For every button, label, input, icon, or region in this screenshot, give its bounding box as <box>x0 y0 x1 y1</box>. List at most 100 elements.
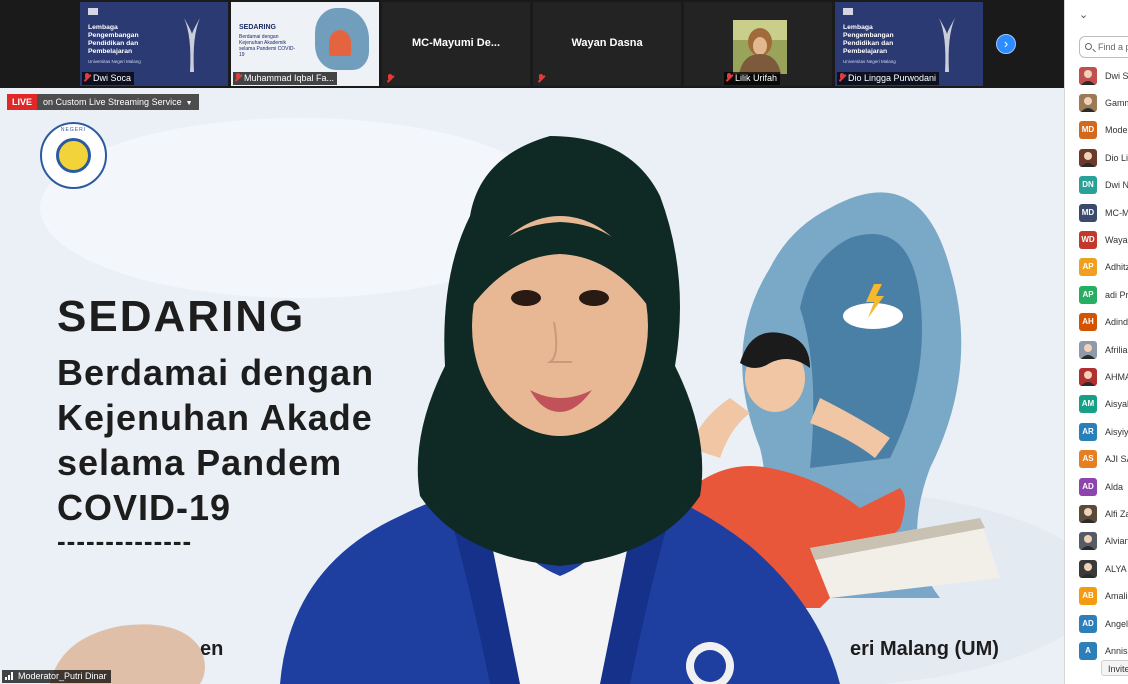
muted-mic-icon <box>538 74 544 83</box>
tile-slide-title: Lembaga Pengembangan Pendidikan dan Pemb… <box>843 24 894 55</box>
participant-avatar-photo <box>1079 367 1097 386</box>
participant-name: Afrilia <box>1105 344 1128 355</box>
participant-row[interactable]: Gamm <box>1079 89 1128 116</box>
participant-name: Adind <box>1105 317 1128 328</box>
participant-tile-mc-mayumi[interactable]: MC-Mayumi De... <box>382 2 530 86</box>
participant-row[interactable]: MD MC-M <box>1079 199 1128 226</box>
participant-row[interactable]: Alvian <box>1079 528 1128 555</box>
tile-center-name: Wayan Dasna <box>571 37 643 49</box>
participant-name: Amalia <box>1105 591 1128 602</box>
participant-name: Dwi N <box>1105 180 1128 191</box>
slide-footer-right: eri Malang (UM) <box>850 638 999 660</box>
participant-row[interactable]: AB Amalia <box>1079 582 1128 609</box>
participant-tile-wayan-dasna[interactable]: Wayan Dasna <box>533 2 681 86</box>
tile-name-text: Muhammad Iqbal Fa... <box>244 73 335 83</box>
participant-name: Dio Lii <box>1105 152 1128 163</box>
muted-mic-icon <box>235 73 241 82</box>
participant-row[interactable]: AD Angell <box>1079 610 1128 637</box>
participant-name: AHMA <box>1105 371 1128 382</box>
participant-row[interactable]: ALYA N <box>1079 555 1128 582</box>
participant-avatar-photo <box>1079 504 1097 523</box>
participant-avatar-photo <box>1079 532 1097 551</box>
participant-row[interactable]: Alfi Za <box>1079 500 1128 527</box>
participant-name: Aisyiy <box>1105 426 1128 437</box>
participant-row[interactable]: DN Dwi N <box>1079 172 1128 199</box>
tile-slide-title: Lembaga Pengembangan Pendidikan dan Pemb… <box>88 24 139 55</box>
participant-name: Mode <box>1105 125 1128 136</box>
participant-name: MC-M <box>1105 207 1128 218</box>
participant-tile-lilik-urifah[interactable]: Lilik Urifah <box>684 2 832 86</box>
live-stream-indicator[interactable]: LIVE on Custom Live Streaming Service ▼ <box>7 94 199 110</box>
participant-avatar: AS <box>1079 450 1097 469</box>
participant-avatar-photo <box>1079 559 1097 578</box>
collapse-chevron-icon[interactable]: ⌄ <box>1079 8 1088 21</box>
lp3-logo <box>843 8 853 15</box>
participant-name: Aisyah <box>1105 399 1128 410</box>
participant-avatar: AD <box>1079 477 1097 496</box>
participant-row[interactable]: Dio Lii <box>1079 144 1128 171</box>
participant-avatar: MD <box>1079 121 1097 140</box>
tile-slide-text: Berdamai dengan Kejenuhan Akademik selam… <box>239 34 296 58</box>
tile-slide-subtitle: Universitas Negeri Malang <box>843 59 896 64</box>
speaker-person-image <box>280 136 840 684</box>
participant-name: Annisa <box>1105 645 1128 656</box>
next-page-arrow-button[interactable]: › <box>996 34 1016 54</box>
participant-name: adi Pr <box>1105 289 1128 300</box>
participant-row[interactable]: Dwi So <box>1079 62 1128 89</box>
tile-slide-title: SEDARING <box>239 24 276 31</box>
participant-name: Alda <box>1105 481 1124 492</box>
tile-slide-subtitle: Universitas Negeri Malang <box>88 59 141 64</box>
connection-signal-icon <box>5 672 15 680</box>
participant-name: ALYA N <box>1105 563 1128 574</box>
live-service-dropdown[interactable]: on Custom Live Streaming Service ▼ <box>37 94 199 110</box>
invite-button[interactable]: Invite <box>1101 660 1128 676</box>
participant-avatar-photo <box>1079 66 1097 85</box>
live-badge: LIVE <box>7 94 38 110</box>
participant-row[interactable]: AS AJI SA <box>1079 445 1128 472</box>
muted-mic-icon <box>726 73 732 82</box>
participant-list: Dwi So Gamm MD Mode Dio Lii DN Dwi N MD MC-M WD Wa… <box>1079 62 1128 665</box>
tile-name-text: Dwi Soca <box>93 73 132 83</box>
live-service-text: on Custom Live Streaming Service <box>43 97 182 107</box>
logo-text: NEGERI <box>60 127 87 133</box>
participant-avatar: AD <box>1079 614 1097 633</box>
participant-name: Angell <box>1105 618 1128 629</box>
muted-mic-icon <box>84 73 90 82</box>
participant-tile-dwi-soca[interactable]: Lembaga Pengembangan Pendidikan dan Pemb… <box>80 2 228 86</box>
participant-tile-dio-lingga[interactable]: Lembaga Pengembangan Pendidikan dan Pemb… <box>835 2 983 86</box>
participant-avatar: DN <box>1079 176 1097 195</box>
participant-row[interactable]: AM Aisyah <box>1079 391 1128 418</box>
participant-row[interactable]: AP Adhitz <box>1079 254 1128 281</box>
slide-divider: -------------- <box>57 526 193 556</box>
participant-row[interactable]: MD Mode <box>1079 117 1128 144</box>
participant-tile-muhammad-iqbal[interactable]: SEDARING Berdamai dengan Kejenuhan Akade… <box>231 2 379 86</box>
tile-name-label: Lilik Urifah <box>724 72 781 85</box>
participant-row[interactable]: AD Alda <box>1079 473 1128 500</box>
speaker-name-label: Moderator_Putri Dinar <box>2 670 111 683</box>
slide-title: SEDARING <box>57 292 306 341</box>
tower-monument-icon <box>939 18 955 72</box>
participant-row[interactable]: AP adi Pr <box>1079 281 1128 308</box>
muted-mic-icon <box>839 73 845 82</box>
tower-monument-icon <box>184 18 200 72</box>
participant-row[interactable]: WD Wayar <box>1079 226 1128 253</box>
participant-row[interactable]: Afrilia <box>1079 336 1128 363</box>
participant-avatar: AP <box>1079 285 1097 304</box>
participant-name: Adhitz <box>1105 262 1128 273</box>
participant-search-input[interactable]: Find a p <box>1079 36 1128 58</box>
search-placeholder: Find a p <box>1098 42 1128 52</box>
participant-row[interactable]: AR Aisyiy <box>1079 418 1128 445</box>
dropdown-caret-icon: ▼ <box>185 100 193 107</box>
muted-mic-icon <box>387 74 393 83</box>
tile-center-name: MC-Mayumi De... <box>411 37 500 49</box>
zoom-meeting-window: Lembaga Pengembangan Pendidikan dan Pemb… <box>0 0 1128 684</box>
participant-row[interactable]: AH Adind <box>1079 309 1128 336</box>
participant-name: Dwi So <box>1105 70 1128 81</box>
participant-avatar: A <box>1079 641 1097 660</box>
participant-row[interactable]: AHMA <box>1079 363 1128 390</box>
participant-avatar: AB <box>1079 587 1097 606</box>
participant-name: Alvian <box>1105 536 1128 547</box>
participants-panel: ⌄ Find a p Dwi So Gamm MD Mode Dio Lii DN Dwi … <box>1064 0 1128 684</box>
um-university-logo: NEGERI <box>40 122 107 189</box>
participant-name: Alfi Za <box>1105 508 1128 519</box>
